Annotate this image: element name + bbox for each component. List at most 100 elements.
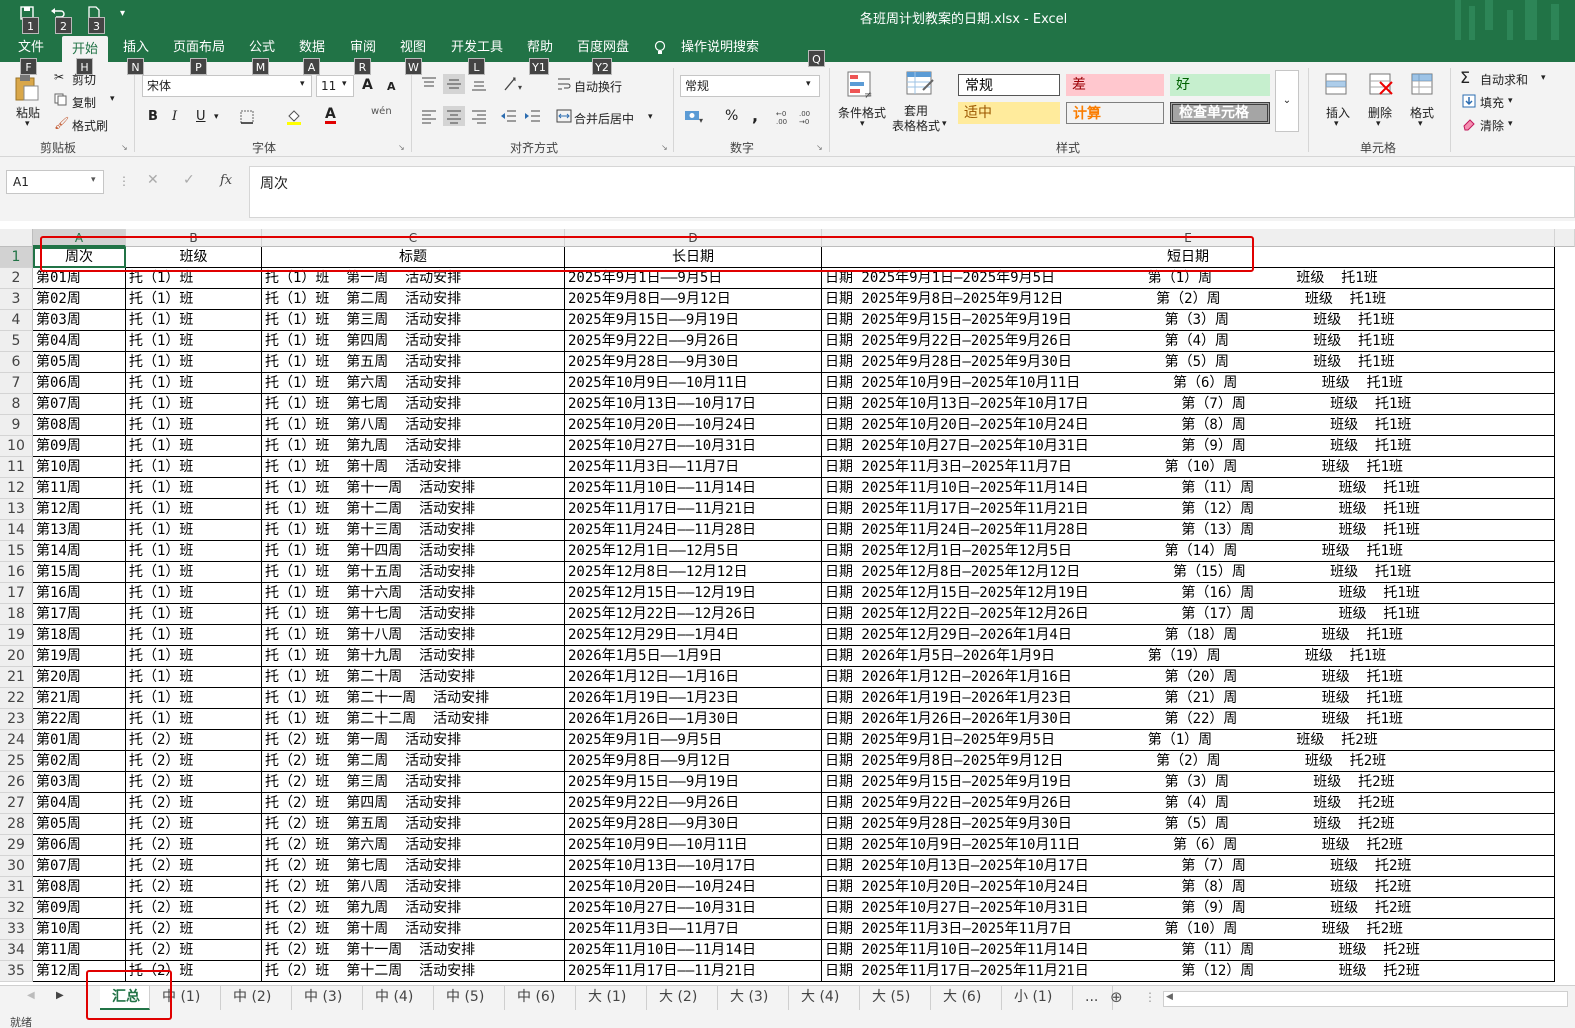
eraser-icon[interactable]	[1462, 117, 1476, 131]
table-cell[interactable]: 日期 2025年10月13日—2025年10月17日 第（7）周 班级 托1班	[822, 394, 1555, 415]
table-cell[interactable]: 托（2）班 第二周 活动安排	[262, 751, 565, 772]
header-cell[interactable]: 短日期	[822, 247, 1555, 268]
table-cell[interactable]: 第01周	[33, 730, 126, 751]
row-header[interactable]: 3	[0, 289, 33, 310]
table-cell[interactable]: 2025年9月28日——9月30日	[565, 814, 822, 835]
table-cell[interactable]: 2025年10月20日——10月24日	[565, 877, 822, 898]
table-cell[interactable]: 托（2）班 第五周 活动安排	[262, 814, 565, 835]
chevron-down-icon[interactable]: ▾	[25, 119, 30, 129]
chevron-down-icon[interactable]: ▾	[300, 79, 305, 89]
table-cell[interactable]: 日期 2025年9月15日—2025年9月19日 第（3）周 班级 托2班	[822, 772, 1555, 793]
table-cell[interactable]: 托（1）班	[126, 394, 262, 415]
table-cell[interactable]: 日期 2025年9月22日—2025年9月26日 第（4）周 班级 托2班	[822, 793, 1555, 814]
table-cell[interactable]: 日期 2025年12月1日—2025年12月5日 第（14）周 班级 托1班	[822, 541, 1555, 562]
copy-icon[interactable]	[54, 93, 67, 106]
grow-font-button[interactable]: A	[362, 77, 373, 93]
table-cell[interactable]: 托（1）班	[126, 709, 262, 730]
table-cell[interactable]: 2025年9月22日——9月26日	[565, 793, 822, 814]
table-cell[interactable]: 托（1）班	[126, 646, 262, 667]
accounting-format-icon[interactable]: ▾	[684, 108, 704, 124]
chevron-down-icon[interactable]: ▾	[91, 175, 96, 185]
table-cell[interactable]: 托（1）班	[126, 478, 262, 499]
table-cell[interactable]: 2025年11月17日——11月21日	[565, 499, 822, 520]
row-header[interactable]: 6	[0, 352, 33, 373]
row-header[interactable]: 19	[0, 625, 33, 646]
cut-icon[interactable]: ✂	[54, 70, 64, 84]
table-cell[interactable]: 托（1）班	[126, 352, 262, 373]
orientation-icon[interactable]: ▾	[503, 76, 527, 92]
row-header[interactable]: 24	[0, 730, 33, 751]
table-cell[interactable]: 日期 2025年11月17日—2025年11月21日 第（12）周 班级 托2班	[822, 961, 1555, 982]
table-cell[interactable]: 日期 2025年10月20日—2025年10月24日 第（8）周 班级 托1班	[822, 415, 1555, 436]
table-cell[interactable]: 第03周	[33, 310, 126, 331]
align-right-icon[interactable]	[470, 108, 488, 124]
style-neutral[interactable]: 适中	[958, 102, 1060, 124]
percent-button[interactable]: %	[725, 108, 738, 124]
table-cell[interactable]: 2025年10月13日——10月17日	[565, 394, 822, 415]
table-cell[interactable]: 2025年10月9日——10月11日	[565, 373, 822, 394]
dialog-launcher-icon[interactable]: ↘	[661, 143, 668, 152]
decrease-decimal-icon[interactable]: .00 →0	[799, 108, 817, 124]
table-cell[interactable]: 第05周	[33, 814, 126, 835]
table-cell[interactable]: 2025年9月28日——9月30日	[565, 352, 822, 373]
sheet-tab[interactable]: 小 (1)	[1002, 986, 1073, 1010]
table-cell[interactable]: 日期 2025年10月27日—2025年10月31日 第（9）周 班级 托2班	[822, 898, 1555, 919]
autosum-icon[interactable]: Σ	[1460, 68, 1470, 87]
table-cell[interactable]: 第04周	[33, 793, 126, 814]
row-header[interactable]: 16	[0, 562, 33, 583]
table-cell[interactable]: 托（1）班 第十五周 活动安排	[262, 562, 565, 583]
chevron-down-icon[interactable]: ▾	[648, 112, 653, 122]
table-cell[interactable]: 托（1）班 第八周 活动安排	[262, 415, 565, 436]
chevron-down-icon[interactable]: ▾	[1508, 119, 1513, 129]
table-cell[interactable]: 2025年11月10日——11月14日	[565, 940, 822, 961]
table-cell[interactable]: 托（2）班	[126, 835, 262, 856]
table-cell[interactable]: 托（1）班	[126, 289, 262, 310]
table-cell[interactable]: 第14周	[33, 541, 126, 562]
table-cell[interactable]: 第15周	[33, 562, 126, 583]
table-cell[interactable]: 第09周	[33, 898, 126, 919]
chevron-down-icon[interactable]: ▾	[214, 112, 219, 122]
table-cell[interactable]: 2025年12月1日——12月5日	[565, 541, 822, 562]
horizontal-scrollbar[interactable]	[1163, 991, 1568, 1007]
table-cell[interactable]: 2026年1月12日——1月16日	[565, 667, 822, 688]
fill-color-icon[interactable]	[286, 108, 302, 126]
table-cell[interactable]: 托（2）班 第十一周 活动安排	[262, 940, 565, 961]
merge-center-button[interactable]: 合并后居中	[574, 110, 634, 127]
wrap-text-button[interactable]: 自动换行	[574, 78, 622, 95]
row-header[interactable]: 33	[0, 919, 33, 940]
table-cell[interactable]: 托（1）班	[126, 583, 262, 604]
row-header[interactable]: 17	[0, 583, 33, 604]
table-cell[interactable]: 第07周	[33, 856, 126, 877]
table-cell[interactable]: 托（1）班 第三周 活动安排	[262, 310, 565, 331]
header-cell[interactable]: 标题	[262, 247, 565, 268]
table-cell[interactable]: 2026年1月19日——1月23日	[565, 688, 822, 709]
table-cell[interactable]: 第11周	[33, 940, 126, 961]
row-header[interactable]: 2	[0, 268, 33, 289]
table-cell[interactable]: 第18周	[33, 625, 126, 646]
table-cell[interactable]: 托（2）班	[126, 730, 262, 751]
table-cell[interactable]: 日期 2025年12月29日—2026年1月4日 第（18）周 班级 托1班	[822, 625, 1555, 646]
row-header[interactable]: 18	[0, 604, 33, 625]
table-cell[interactable]: 托（1）班	[126, 499, 262, 520]
autosum-button[interactable]: 自动求和	[1480, 71, 1528, 88]
header-cell[interactable]: 长日期	[565, 247, 822, 268]
table-cell[interactable]: 2025年9月8日——9月12日	[565, 289, 822, 310]
table-cell[interactable]: 日期 2025年9月15日—2025年9月19日 第（3）周 班级 托1班	[822, 310, 1555, 331]
table-cell[interactable]: 托（1）班 第十四周 活动安排	[262, 541, 565, 562]
header-cell[interactable]: 班级	[126, 247, 262, 268]
insert-cells-icon[interactable]	[1322, 70, 1350, 98]
table-cell[interactable]: 第01周	[33, 268, 126, 289]
table-cell[interactable]: 日期 2025年9月1日—2025年9月5日 第（1）周 班级 托2班	[822, 730, 1555, 751]
decrease-indent-icon[interactable]	[500, 108, 518, 124]
column-header-e[interactable]: E	[822, 229, 1555, 247]
chevron-down-icon[interactable]: ▾	[342, 79, 347, 89]
table-cell[interactable]: 托（1）班 第十九周 活动安排	[262, 646, 565, 667]
table-cell[interactable]: 托（2）班	[126, 856, 262, 877]
table-cell[interactable]: 托（2）班 第一周 活动安排	[262, 730, 565, 751]
table-cell[interactable]: 日期 2025年10月9日—2025年10月11日 第（6）周 班级 托2班	[822, 835, 1555, 856]
style-bad[interactable]: 差	[1066, 74, 1164, 96]
align-left-icon[interactable]	[420, 108, 438, 124]
chevron-down-icon[interactable]: ▾	[1334, 119, 1339, 129]
column-header-d[interactable]: D	[565, 229, 822, 247]
table-cell[interactable]: 托（1）班 第十周 活动安排	[262, 457, 565, 478]
